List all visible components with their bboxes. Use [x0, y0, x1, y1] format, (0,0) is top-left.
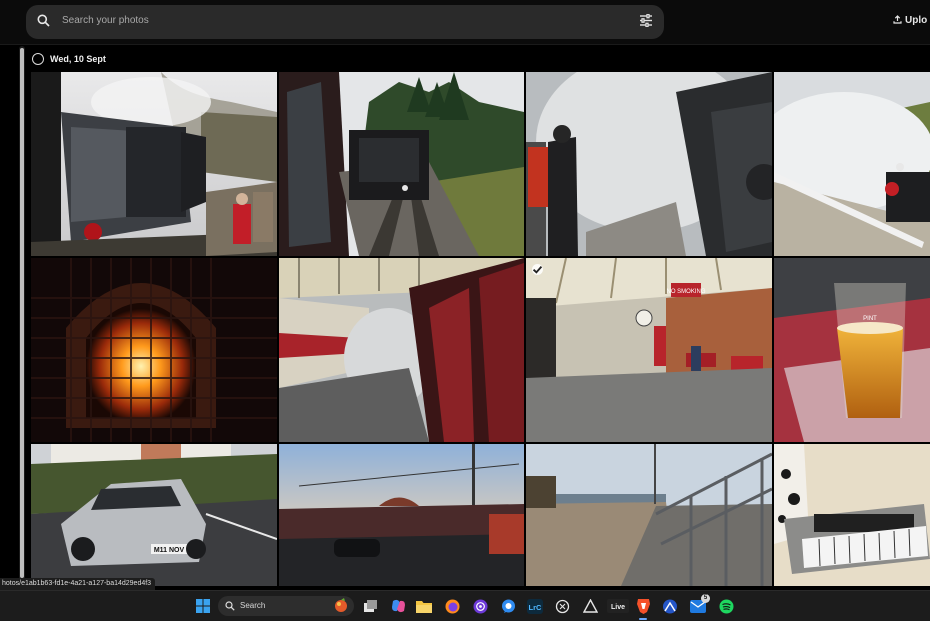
photo-tile[interactable]	[774, 72, 930, 256]
photo-seafront-sunset	[279, 444, 524, 586]
photo-pint-of-beer: PINT	[774, 258, 930, 442]
mail-icon[interactable]: 5	[689, 594, 710, 615]
select-date-checkbox[interactable]	[32, 53, 44, 65]
number-plate: M11 NOV	[154, 547, 185, 554]
photo-station-platform-train	[279, 258, 524, 442]
terminal-icon[interactable]	[581, 597, 599, 615]
photo-tile[interactable]	[279, 72, 524, 256]
podcast-icon[interactable]	[471, 597, 489, 615]
no-smoking-sign: NO SMOKING	[666, 289, 705, 295]
search-bar[interactable]: Search your photos	[26, 5, 664, 39]
chatgpt-icon[interactable]	[553, 597, 571, 615]
divider	[0, 44, 930, 45]
taskbar-search-label: Search	[240, 601, 266, 610]
photo-beach-promenade	[526, 444, 772, 586]
photo-train-on-track	[279, 72, 524, 256]
photo-tile[interactable]	[526, 444, 772, 586]
photo-tile[interactable]	[279, 258, 524, 442]
photo-silver-sports-car: M11 NOV	[31, 444, 277, 586]
photo-tile[interactable]	[31, 258, 277, 442]
filter-icon[interactable]	[639, 13, 653, 32]
date-heading: Wed, 10 Sept	[50, 54, 106, 64]
pint-glass-label: PINT	[863, 316, 877, 322]
lightroom-label: LrC	[529, 603, 543, 612]
scrollbar-thumb[interactable]	[20, 48, 24, 578]
photo-station-concourse: NO SMOKING	[526, 258, 772, 442]
search-icon	[225, 601, 235, 613]
task-view-icon[interactable]	[362, 597, 380, 615]
photo-tile[interactable]	[774, 444, 930, 586]
upload-icon	[893, 15, 902, 24]
search-highlight-icon	[332, 598, 350, 616]
photo-tile[interactable]	[526, 72, 772, 256]
photo-tile[interactable]	[31, 72, 277, 256]
search-icon	[37, 14, 50, 32]
photo-tile[interactable]: M11 NOV	[31, 444, 277, 586]
status-url: hotos/e1ab1b63-fd1e-4a21-a127-ba14d29ed4…	[0, 578, 156, 590]
windows-start-icon[interactable]	[194, 597, 212, 615]
messenger-icon[interactable]	[499, 597, 517, 615]
photo-steam-engine-people	[526, 72, 772, 256]
nordvpn-icon[interactable]	[661, 597, 679, 615]
photo-tile[interactable]	[279, 444, 524, 586]
brave-icon[interactable]	[634, 597, 652, 615]
spotify-icon[interactable]	[717, 597, 735, 615]
file-explorer-icon[interactable]	[415, 597, 433, 615]
mail-badge: 5	[701, 594, 710, 603]
search-input[interactable]: Search your photos	[62, 15, 149, 26]
live-label: Live	[611, 604, 625, 611]
upload-label: Uplo	[905, 15, 928, 26]
selected-check-icon[interactable]	[532, 264, 543, 275]
taskbar-search[interactable]: Search	[218, 596, 354, 616]
firefox-icon[interactable]	[443, 597, 461, 615]
taskbar: Search LrC Live 5	[0, 590, 930, 621]
photo-steam-locomotive-smoke	[774, 72, 930, 256]
photo-keyboard-synthesizer	[774, 444, 930, 586]
photo-steam-locomotive	[31, 72, 277, 256]
top-bar: Search your photos Uplo	[0, 0, 930, 44]
copilot-icon[interactable]	[389, 597, 407, 615]
photo-fireplace	[31, 258, 277, 442]
live-icon[interactable]: Live	[607, 597, 629, 615]
photo-tile[interactable]: PINT	[774, 258, 930, 442]
upload-button[interactable]: Uplo	[893, 15, 927, 26]
lightroom-icon[interactable]: LrC	[526, 597, 544, 615]
photo-tile[interactable]: NO SMOKING	[526, 258, 772, 442]
